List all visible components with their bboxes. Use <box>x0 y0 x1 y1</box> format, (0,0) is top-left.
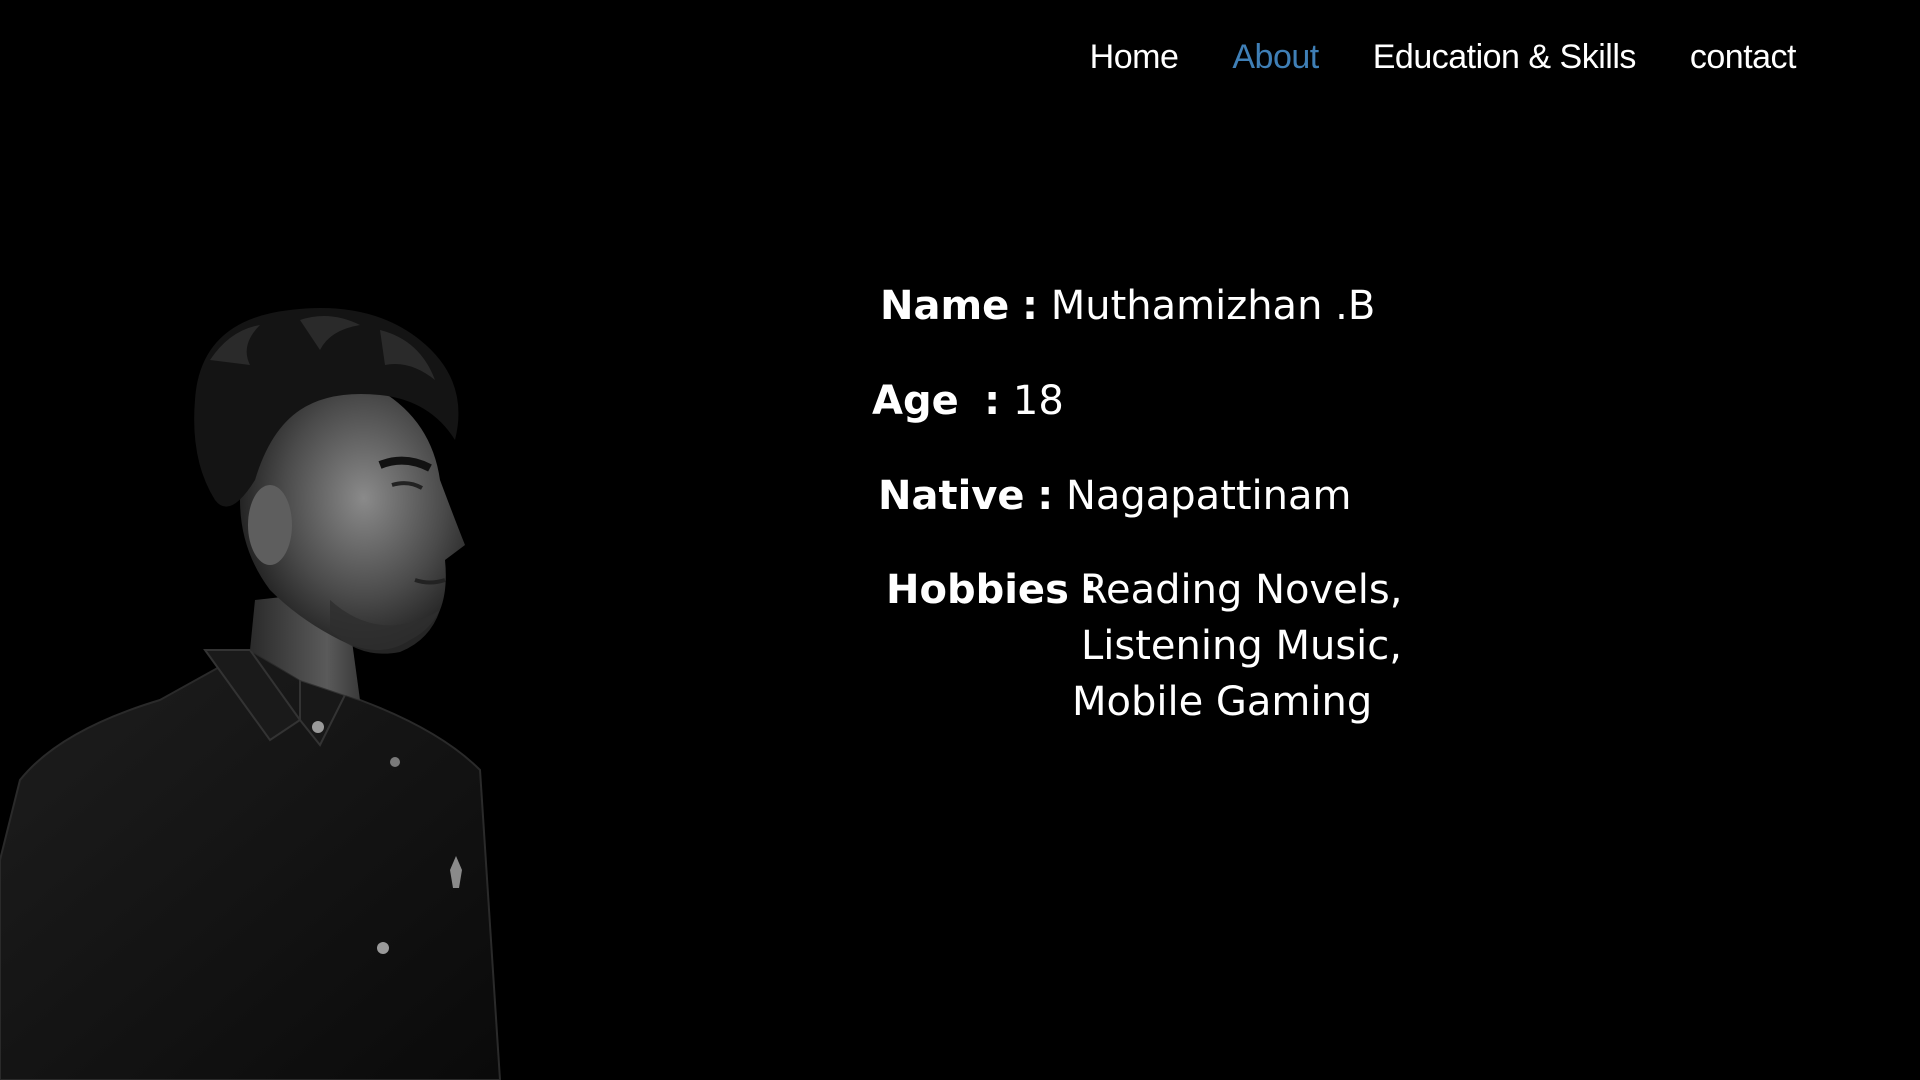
age-value: 18 <box>1012 378 1064 424</box>
hobby-item: Mobile Gaming <box>1072 679 1373 725</box>
native-value: Nagapattinam <box>1065 473 1352 519</box>
info-row-age: Age : 18 <box>872 381 1064 421</box>
name-label: Name <box>880 283 1010 329</box>
info-row-name: Name : Muthamizhan .B <box>880 286 1375 326</box>
hobby-item: Reading Novels, <box>1080 567 1403 613</box>
age-label: Age <box>872 378 959 424</box>
age-separator: : <box>984 378 1001 424</box>
info-row-native: Native : Nagapattinam <box>878 476 1352 516</box>
nav-home-link[interactable]: Home <box>1090 38 1179 77</box>
profile-photo <box>0 300 520 1080</box>
nav-about-link[interactable]: About <box>1232 38 1319 77</box>
hobby-item: Listening Music, <box>1081 623 1402 669</box>
nav-education-skills-link[interactable]: Education & Skills <box>1373 38 1637 77</box>
info-row-hobbies: Hobbies : <box>886 570 1098 610</box>
nav-contact-link[interactable]: contact <box>1690 38 1797 77</box>
native-label: Native <box>878 473 1025 519</box>
native-separator: : <box>1037 473 1054 519</box>
name-value: Muthamizhan .B <box>1050 283 1376 329</box>
name-separator: : <box>1022 283 1038 329</box>
top-navigation: Home About Education & Skills contact <box>1090 38 1797 77</box>
hobbies-label: Hobbies <box>886 567 1069 613</box>
